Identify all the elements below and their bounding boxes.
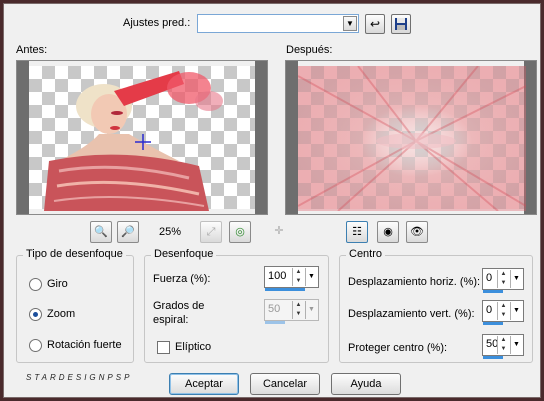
after-image [298, 66, 526, 211]
radio-twirl[interactable] [29, 278, 42, 291]
blur-type-title: Tipo de desenfoque [23, 248, 126, 260]
show-preview-button[interactable]: 👁 [406, 221, 428, 243]
chevron-down-icon[interactable]: ▼ [510, 302, 522, 320]
radio-strong-rotation-label: Rotación fuerte [47, 339, 122, 351]
spiral-value: 50 [268, 303, 281, 315]
zoom-in-button[interactable]: 🔎 [117, 221, 139, 243]
spiral-spinner: 50 ▲ ▼ ▼ [264, 299, 319, 324]
fit-window-button[interactable]: ⤢ [200, 221, 222, 243]
strength-slider[interactable] [265, 288, 305, 291]
reset-arrow-icon: ↩ [369, 17, 381, 31]
before-label: Antes: [16, 44, 48, 56]
spiral-updown: ▲ ▼ [292, 301, 304, 319]
save-preset-button[interactable] [391, 14, 411, 34]
spiral-slider [265, 321, 285, 324]
floppy-disk-icon [395, 18, 407, 30]
v-offset-spinner[interactable]: 0 ▲ ▼ ▼ [482, 300, 524, 325]
preview-layout-icon: ☷ [352, 226, 362, 238]
pan-button[interactable]: ✛ [268, 221, 290, 243]
blur-title: Desenfoque [151, 248, 217, 260]
before-image [44, 71, 223, 211]
elliptic-checkbox[interactable] [157, 341, 170, 354]
h-offset-label: Desplazamiento horiz. (%): [348, 276, 481, 288]
pan-cross-icon: ✛ [274, 225, 284, 237]
v-offset-updown[interactable]: ▲ ▼ [497, 302, 509, 320]
chevron-down-icon: ▼ [305, 301, 317, 319]
eye-refresh-icon: ◉ [383, 226, 393, 238]
protect-slider[interactable] [483, 356, 503, 359]
after-preview [285, 60, 537, 215]
accept-button[interactable]: Aceptar [169, 373, 239, 395]
v-offset-label: Desplazamiento vert. (%): [348, 308, 475, 320]
strength-updown[interactable]: ▲ ▼ [292, 268, 304, 286]
zoom-in-icon: 🔎 [121, 226, 135, 238]
watermark-text: STARDESIGNPSP [26, 373, 133, 382]
h-offset-updown[interactable]: ▲ ▼ [497, 270, 509, 288]
strength-value: 100 [268, 270, 287, 282]
zoom-100-button[interactable]: ◎ [229, 221, 251, 243]
h-offset-spinner[interactable]: 0 ▲ ▼ ▼ [482, 268, 524, 293]
preset-combo[interactable]: ▼ [197, 14, 359, 33]
zoom-out-button[interactable]: 🔍 [90, 221, 112, 243]
protect-spinner[interactable]: 50 ▲ ▼ ▼ [482, 334, 524, 359]
chevron-down-icon[interactable]: ▼ [343, 16, 357, 31]
reset-preset-button[interactable]: ↩ [365, 14, 385, 34]
eye-icon: 👁 [410, 226, 424, 238]
preview-layout-button[interactable]: ☷ [346, 221, 368, 243]
zoom-out-icon: 🔍 [94, 226, 108, 238]
help-button[interactable]: Ayuda [331, 373, 401, 395]
v-offset-slider[interactable] [483, 322, 503, 325]
radio-twirl-label: Giro [47, 278, 68, 290]
strength-label: Fuerza (%): [153, 273, 211, 285]
chevron-down-icon[interactable]: ▼ [510, 270, 522, 288]
radio-zoom[interactable] [29, 308, 42, 321]
cancel-button[interactable]: Cancelar [250, 373, 320, 395]
protect-label: Proteger centro (%): [348, 342, 448, 354]
zoom-100-icon: ◎ [235, 226, 245, 238]
center-title: Centro [346, 248, 386, 260]
spiral-label-2: espiral: [153, 314, 189, 326]
radio-zoom-label: Zoom [47, 308, 76, 320]
before-preview[interactable] [16, 60, 268, 215]
radial-blur-dialog: Ajustes pred.: ▼ ↩ Antes: Después: 🔍 🔎 2… [3, 3, 541, 398]
after-label: Después: [286, 44, 333, 56]
chevron-down-icon[interactable]: ▼ [510, 336, 522, 354]
blur-group: Desenfoque Fuerza (%): 100 ▲ ▼ ▼ Grados d… [144, 248, 329, 363]
center-group: Centro Desplazamiento horiz. (%): 0 ▲ ▼ ▼… [339, 248, 533, 363]
radio-strong-rotation[interactable] [29, 339, 42, 352]
chevron-down-icon[interactable]: ▼ [305, 268, 317, 286]
blur-type-group: Tipo de desenfoque Giro Zoom Rotación fu… [16, 248, 134, 363]
preset-label: Ajustes pred.: [123, 17, 191, 29]
protect-updown[interactable]: ▲ ▼ [497, 336, 509, 354]
v-offset-value: 0 [486, 304, 493, 316]
strength-spinner[interactable]: 100 ▲ ▼ ▼ [264, 266, 319, 291]
spiral-label-1: Grados de [153, 300, 205, 312]
zoom-level: 25% [159, 226, 182, 238]
h-offset-slider[interactable] [483, 290, 503, 293]
elliptic-label: Elíptico [175, 341, 212, 353]
fit-window-icon: ⤢ [206, 226, 216, 238]
toggle-preview-button[interactable]: ◉ [377, 221, 399, 243]
h-offset-value: 0 [486, 272, 493, 284]
